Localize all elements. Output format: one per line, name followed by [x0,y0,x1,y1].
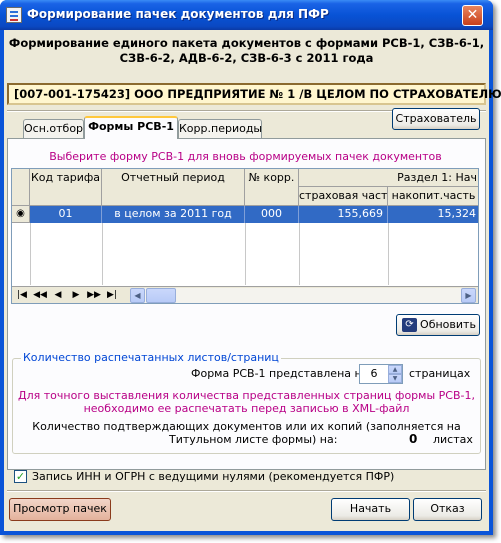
column-header-funded[interactable]: накопит.часть [388,187,478,206]
cell-corr[interactable]: 000 [245,206,299,223]
docs-count: 0 [409,432,418,446]
pages-stepper[interactable]: 6 ▲ ▼ [359,364,403,384]
cell-tariff[interactable]: 01 [30,206,102,223]
close-button[interactable]: ✕ [462,5,483,26]
grid-line [299,223,300,285]
print-warning-line-2: необходимо ее распечатать перед записью … [83,402,410,415]
window-title: Формирование пачек документов для ПФР [27,7,329,21]
prev-record-button[interactable]: ◀ [50,288,66,302]
grid-navigator: |◀ ◀◀ ◀ ▶ ▶▶ ▶| ◀ ▶ [12,286,478,303]
grid-line [245,223,246,285]
grid-line [30,223,31,285]
title-bar[interactable]: Формирование пачек документов для ПФР ✕ [0,0,493,30]
select-form-hint: Выберите форму РСВ-1 для вновь формируем… [49,150,442,163]
pages-unit: страницах [409,367,471,380]
dialog-window: Формирование пачек документов для ПФР ✕ … [0,0,501,535]
cell-funded[interactable]: 15,324 [388,206,478,223]
scroll-left-icon[interactable]: ◀ [130,288,145,303]
form-pages-label: Форма РСВ-1 представлена на: [191,367,373,380]
inn-ogrn-label[interactable]: Запись ИНН и ОГРН с ведущими нулями (рек… [32,470,394,483]
tab-corr-periods[interactable]: Корр.периоды [178,119,262,139]
next-page-button[interactable]: ▶▶ [86,288,102,302]
tab-main-filter[interactable]: Осн.отбор [23,119,84,139]
insurer-button[interactable]: Страхователь [392,108,480,130]
refresh-label: Обновить [420,318,476,331]
organization-name: [007-001-175423] ООО ПРЕДПРИЯТИЕ № 1 /В … [14,87,501,101]
inn-ogrn-checkbox[interactable]: ✓ [14,470,27,483]
current-row-indicator[interactable]: ◉ [12,206,30,223]
docs-line-2: Титульном листе формы) на: [169,433,338,446]
cell-insurance[interactable]: 155,669 [299,206,388,223]
refresh-button[interactable]: ⟳ Обновить [396,314,480,336]
first-record-button[interactable]: |◀ [14,288,30,302]
spin-down-icon[interactable]: ▼ [388,374,402,383]
pages-group-title: Количество распечатанных листов/страниц [21,351,281,364]
cell-period[interactable]: в целом за 2011 год [102,206,245,223]
start-button[interactable]: Начать [331,498,410,521]
preview-batches-button[interactable]: Просмотр пачек [9,498,111,521]
dialog-header: Формирование единого пакета документов с… [4,36,489,66]
refresh-icon: ⟳ [402,318,417,332]
last-record-button[interactable]: ▶| [104,288,120,302]
app-icon [6,7,22,23]
dialog-body: Формирование единого пакета документов с… [4,30,501,531]
column-header-section1[interactable]: Раздел 1: Нач [299,169,478,187]
scroll-thumb[interactable] [146,288,176,303]
docs-unit: листах [433,433,473,446]
tab-rsv1-forms[interactable]: Формы РСВ-1 [84,116,178,139]
print-warning-line-1: Для точного выставления количества предс… [18,389,475,402]
row-indicator-header [12,169,30,206]
header-line-2: СЗВ-6-2, АДВ-6-2, СЗВ-6-3 с 2011 года [119,51,374,65]
bottom-separator [7,490,486,492]
scroll-right-icon[interactable]: ▶ [461,288,476,303]
header-line-1: Формирование единого пакета документов с… [8,36,485,50]
pages-value[interactable]: 6 [360,367,388,380]
horizontal-scrollbar[interactable]: ◀ ▶ [130,288,476,303]
column-header-tariff[interactable]: Код тарифа [30,169,102,206]
column-header-insurance[interactable]: страховая часть [299,187,388,206]
next-record-button[interactable]: ▶ [68,288,84,302]
prev-page-button[interactable]: ◀◀ [32,288,48,302]
print-warning: Для точного выставления количества предс… [4,389,489,415]
cancel-button[interactable]: Отказ [413,498,482,521]
organization-panel: [007-001-175423] ООО ПРЕДПРИЯТИЕ № 1 /В … [7,83,501,105]
column-header-period[interactable]: Отчетный период [102,169,245,206]
grid-line [102,223,103,285]
grid-line [388,223,389,285]
spin-up-icon[interactable]: ▲ [388,365,402,374]
column-header-corr[interactable]: № корр. [245,169,299,206]
forms-grid[interactable]: Код тарифа Отчетный период № корр. Разде… [11,168,479,304]
